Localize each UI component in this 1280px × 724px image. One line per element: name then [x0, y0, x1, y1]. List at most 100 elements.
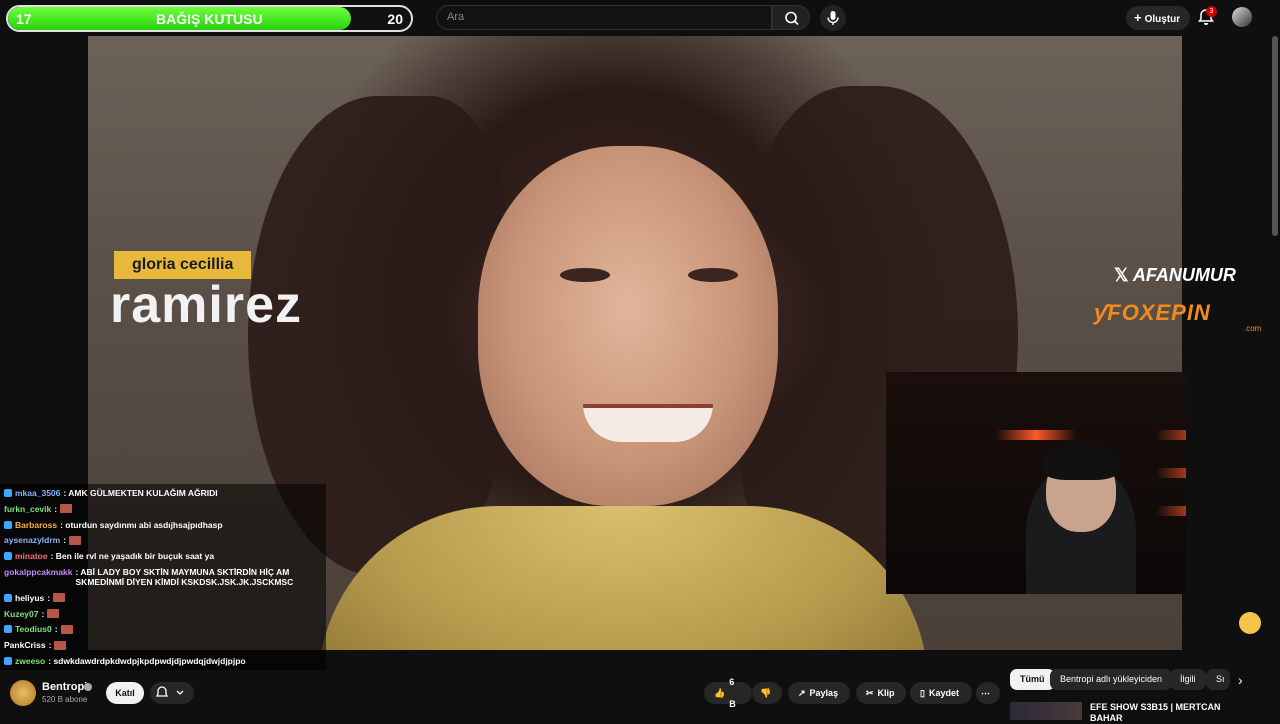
chat-message: furkn_cevik: — [4, 504, 322, 514]
sponsor-logo: ƴFOXEPIN — [1094, 300, 1211, 326]
chat-message: PankCriss: — [4, 640, 322, 650]
notification-badge: 3 — [1206, 6, 1217, 17]
sponsor-domain: .com — [1244, 324, 1262, 333]
video-frame-eye — [560, 268, 610, 282]
social-handle-text: AFANUMUR — [1132, 265, 1236, 285]
chat-text: : — [63, 535, 67, 546]
led-light — [1156, 430, 1186, 440]
chat-message: mkaa_3506: AMK GÜLMEKTEN KULAĞIM AĞRIDI — [4, 488, 322, 498]
subscriber-count: 520 B abone — [42, 695, 88, 704]
microphone-icon — [827, 11, 839, 25]
chat-username[interactable]: Teodius0 — [15, 624, 52, 634]
more-actions-button[interactable]: ⋯ — [976, 682, 1000, 704]
channel-avatar[interactable] — [10, 680, 36, 706]
create-button[interactable]: + Oluştur — [1126, 6, 1190, 30]
channel-name[interactable]: Bentropi — [42, 681, 87, 693]
chat-username[interactable]: PankCriss — [4, 640, 46, 650]
x-logo-icon: 𝕏 — [1114, 265, 1129, 285]
chat-username[interactable]: minatoe — [15, 551, 48, 561]
save-label: Kaydet — [928, 688, 959, 698]
donation-current: 17 — [16, 11, 32, 27]
chat-text: : Ben ile rvl ne yaşadık bir buçuk saat … — [50, 551, 215, 562]
fox-logo-icon: ƴ — [1094, 300, 1108, 325]
search-button[interactable] — [772, 5, 810, 30]
emote-icon — [60, 504, 73, 514]
chat-text: : AMK GÜLMEKTEN KULAĞIM AĞRIDI — [63, 488, 218, 498]
share-button[interactable]: ↗ Paylaş — [788, 682, 850, 704]
chat-username[interactable]: furkn_cevik — [4, 504, 51, 514]
chat-username[interactable]: mkaa_3506 — [15, 488, 60, 498]
thumbs-up-icon: 👍 — [714, 688, 726, 698]
led-light — [996, 430, 1076, 440]
chat-username[interactable]: zweeso — [15, 656, 45, 666]
chat-username[interactable]: aysenazyldrm — [4, 535, 60, 545]
chat-text: : ABİ LADY BOY SKTİN MAYMUNA SKTİRDİN Hİ… — [75, 566, 294, 587]
clip-button[interactable]: ✂ Klip — [856, 682, 906, 704]
chat-username[interactable]: heliyus — [15, 593, 44, 603]
chat-message: Kuzey07: — [4, 609, 322, 619]
plus-icon: + — [1134, 10, 1142, 25]
dislike-button[interactable]: 👎 — [752, 682, 782, 704]
account-avatar[interactable] — [1232, 7, 1252, 27]
chat-username[interactable]: gokalppcakmakk — [4, 567, 73, 577]
social-handle: 𝕏 AFANUMUR — [1114, 265, 1236, 286]
save-button[interactable]: ▯ Kaydet — [910, 682, 972, 704]
name-title: ramirez — [110, 276, 302, 334]
chevron-down-icon — [176, 690, 184, 695]
clip-label: Klip — [877, 688, 895, 698]
chevron-right-icon[interactable]: › — [1238, 672, 1243, 688]
recommended-thumbnail[interactable] — [1010, 702, 1082, 720]
chat-text: : — [47, 592, 51, 603]
chip-uploader[interactable]: Bentropi adlı yükleyiciden — [1050, 669, 1173, 690]
emote-icon — [53, 593, 66, 603]
chat-message: heliyus: — [4, 593, 322, 603]
emote-icon — [47, 609, 60, 619]
emoji-reaction — [1239, 612, 1261, 634]
video-frame-smile — [583, 404, 713, 442]
chat-overlay: mkaa_3506: AMK GÜLMEKTEN KULAĞIM AĞRIDI f… — [0, 484, 326, 670]
chat-text: : sdwkdawdrdpkdwdpjkpdpwdjdjpwdqjdwjdjpj… — [48, 655, 246, 666]
chip-all[interactable]: Tümü — [1010, 669, 1055, 690]
led-light — [1156, 468, 1186, 478]
chat-badge-icon — [4, 625, 12, 634]
chip-related[interactable]: İlgili — [1170, 669, 1206, 690]
thumbs-down-icon: 👎 — [760, 688, 772, 698]
donation-goal: 20 — [387, 11, 403, 27]
like-button[interactable]: 👍 6 B — [704, 677, 752, 709]
chat-message: aysenazyldrm: — [4, 535, 322, 545]
more-icon: ⋯ — [981, 688, 990, 698]
video-frame-face — [478, 146, 778, 506]
donation-title: BAĞIŞ KUTUSU — [156, 11, 263, 27]
subscribe-notification-button[interactable] — [150, 682, 194, 704]
chat-text: : — [41, 608, 45, 619]
bell-icon — [155, 686, 184, 697]
emote-icon — [60, 624, 73, 634]
search-input[interactable]: Ara — [436, 5, 772, 30]
chat-text: : oturdun saydınmı abi asdıjhsajpıdhasp — [60, 519, 223, 530]
chat-username[interactable]: Barbaross — [15, 520, 57, 530]
chat-text: : — [54, 624, 58, 635]
scrollbar[interactable] — [1272, 36, 1278, 236]
create-label: Oluştur — [1144, 14, 1181, 25]
chat-badge-icon — [4, 489, 12, 497]
chat-message: minatoe: Ben ile rvl ne yaşadık bir buçu… — [4, 551, 322, 561]
video-frame-eye — [688, 268, 738, 282]
led-light — [1156, 506, 1186, 516]
chat-badge-icon — [4, 552, 12, 561]
join-button[interactable]: Katıl — [106, 682, 144, 704]
emote-icon — [54, 640, 67, 650]
recommended-title[interactable]: EFE SHOW S3B15 | MERTCAN BAHAR — [1090, 702, 1250, 724]
chat-text: : — [54, 503, 58, 514]
chat-username[interactable]: Kuzey07 — [4, 609, 39, 619]
chat-badge-icon — [4, 520, 12, 529]
chat-message: gokalppcakmakk: ABİ LADY BOY SKTİN MAYMU… — [4, 567, 322, 587]
streamer-hair — [1042, 444, 1120, 480]
chat-text: : — [48, 640, 52, 651]
donation-bar: 17 BAĞIŞ KUTUSU 20 — [6, 5, 413, 32]
scissors-icon: ✂ — [866, 688, 874, 698]
webcam-overlay — [886, 372, 1186, 594]
chip-more[interactable]: Sı — [1206, 669, 1230, 690]
share-icon: ↗ — [798, 688, 806, 698]
voice-search-button[interactable] — [820, 5, 846, 31]
bookmark-icon: ▯ — [920, 688, 925, 698]
